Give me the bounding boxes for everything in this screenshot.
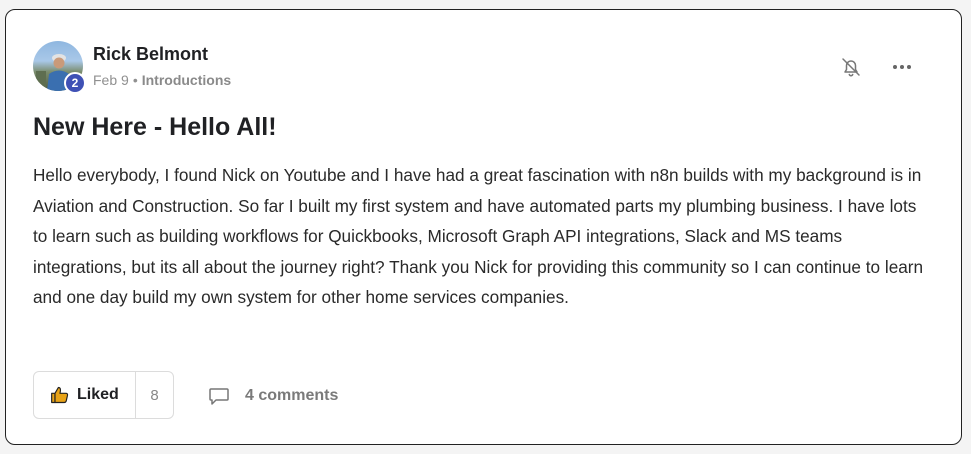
more-horizontal-icon[interactable] — [888, 55, 916, 79]
bell-off-icon[interactable] — [839, 55, 863, 79]
post-meta: Feb 9 • Introductions — [93, 72, 231, 88]
like-count[interactable]: 8 — [136, 387, 173, 404]
like-control: Liked 8 — [33, 371, 174, 419]
comment-icon — [209, 388, 229, 405]
meta-separator: • — [132, 72, 138, 88]
post-body: Hello everybody, I found Nick on Youtube… — [33, 165, 924, 308]
post-category[interactable]: Introductions — [142, 72, 231, 88]
level-badge: 2 — [64, 72, 86, 94]
thumbs-up-icon — [51, 386, 69, 404]
like-label: Liked — [77, 386, 119, 403]
author-name[interactable]: Rick Belmont — [93, 44, 208, 65]
post-date: Feb 9 — [93, 72, 129, 88]
like-button[interactable]: Liked — [34, 372, 136, 418]
post-title: New Here - Hello All! — [33, 113, 277, 141]
author-avatar[interactable]: 2 — [33, 41, 86, 94]
post-card: 2 Rick Belmont Feb 9 • Introductions New H… — [5, 9, 962, 445]
comments-label: 4 comments — [245, 387, 339, 404]
comments-button[interactable]: 4 comments — [207, 384, 338, 408]
